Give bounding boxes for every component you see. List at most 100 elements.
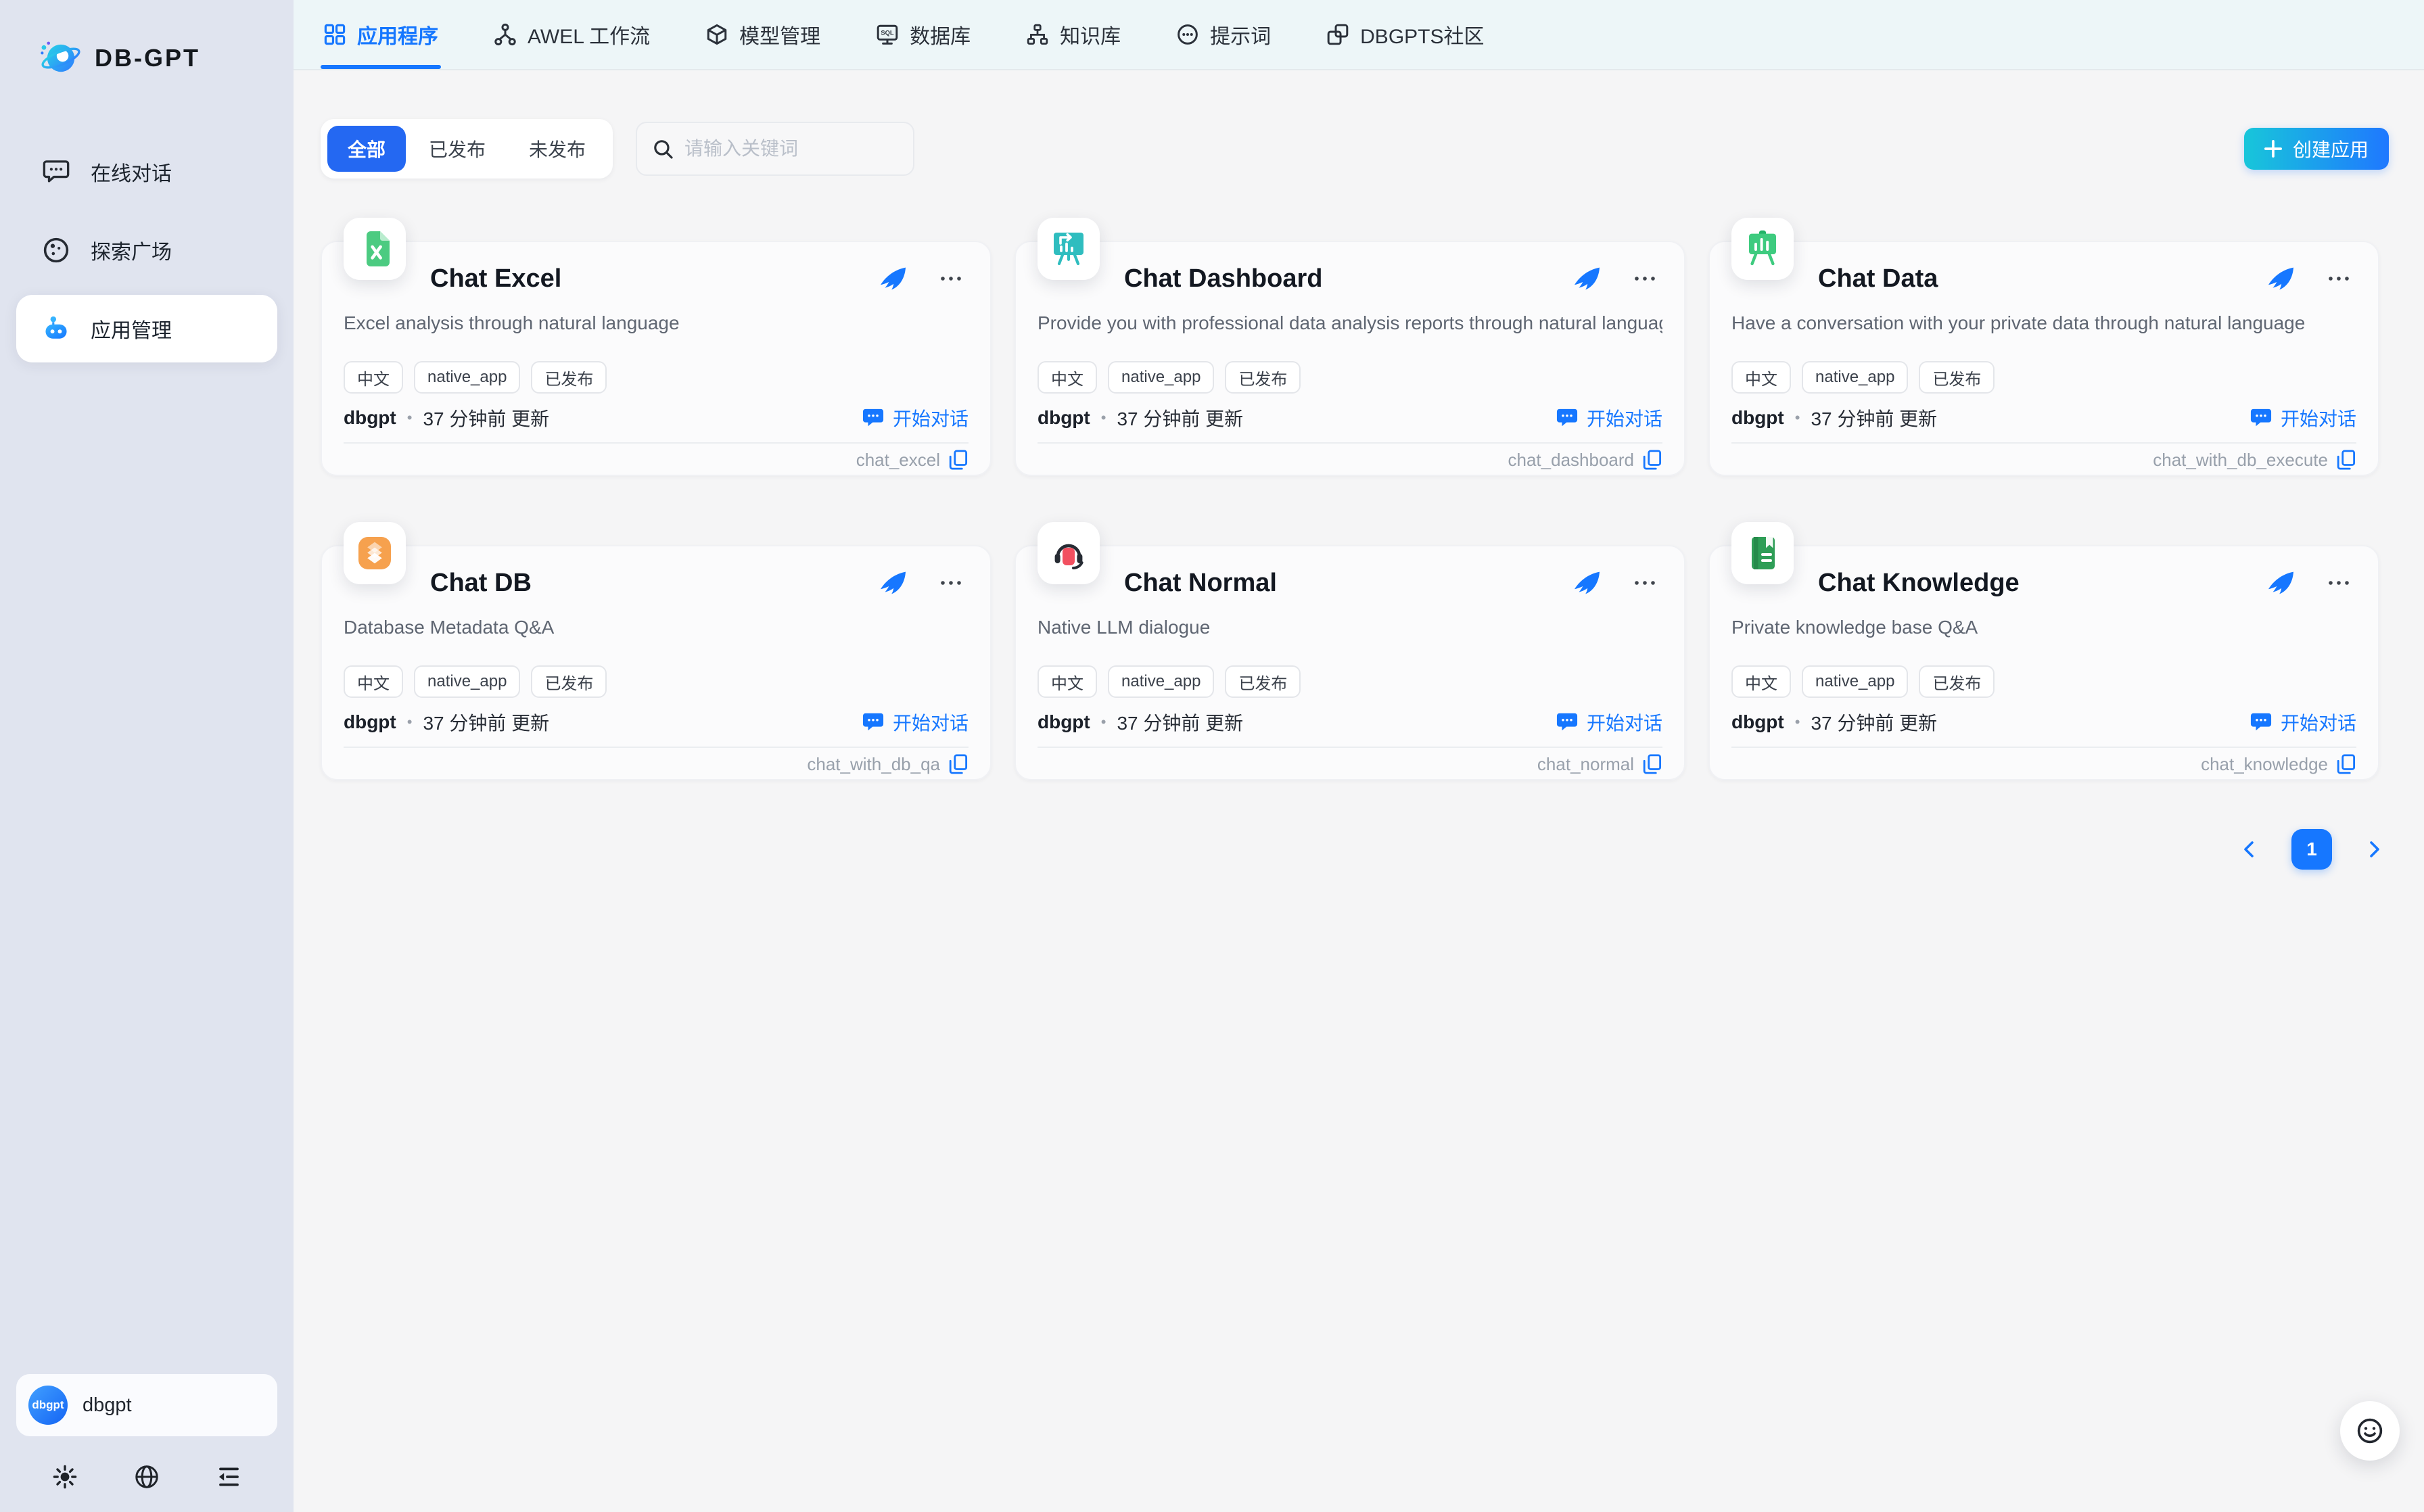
feedback-fab-button[interactable] (2340, 1401, 2400, 1461)
sidebar-item-online-chat[interactable]: 在线对话 (16, 138, 277, 206)
start-chat-link[interactable]: 开始对话 (2250, 404, 2356, 431)
card-meta: dbgpt • 37 分钟前 更新 开始对话 (344, 404, 969, 431)
more-icon[interactable] (939, 579, 963, 587)
app-card-chat_with_db_execute[interactable]: Chat Data Have a conversation with your … (1708, 241, 2379, 476)
tag-chip: 中文 (1731, 361, 1791, 394)
card-actions (2267, 571, 2356, 595)
more-icon[interactable] (939, 275, 963, 283)
user-name: dbgpt (83, 1394, 132, 1417)
tab-label: 提示词 (1210, 20, 1271, 49)
sidebar-item-app-management[interactable]: 应用管理 (16, 295, 277, 362)
tab-knowledge[interactable]: 知识库 (1023, 0, 1123, 69)
card-description: Database Metadata Q&A (344, 617, 969, 641)
card-header: Chat Normal (1038, 565, 1662, 600)
more-icon[interactable] (2327, 275, 2351, 283)
copy-icon[interactable] (1642, 449, 1662, 471)
card-updated: 37 分钟前 更新 (423, 709, 549, 736)
tab-dbgpts-community[interactable]: DBGPTS社区 (1324, 0, 1487, 69)
card-actions (879, 266, 969, 291)
card-owner: dbgpt (344, 407, 396, 429)
sidebar-item-explore[interactable]: 探索广场 (16, 216, 277, 284)
tag-chip: 中文 (1038, 361, 1097, 394)
more-icon[interactable] (2327, 579, 2351, 587)
tab-apps[interactable]: 应用程序 (321, 0, 441, 69)
tag-chip: 已发布 (531, 665, 607, 698)
tag-chip: 中文 (1731, 665, 1791, 698)
app-card-chat_dashboard[interactable]: Chat Dashboard Provide you with professi… (1015, 241, 1685, 476)
start-chat-link[interactable]: 开始对话 (1556, 404, 1662, 431)
chat-start-icon (862, 407, 885, 429)
card-owner: dbgpt (1731, 711, 1784, 733)
meta-separator: • (1101, 713, 1106, 731)
card-meta: dbgpt • 37 分钟前 更新 开始对话 (1731, 709, 2356, 736)
app-card-chat_knowledge[interactable]: Chat Knowledge Private knowledge base Q&… (1708, 545, 2379, 780)
sidebar-item-label: 探索广场 (91, 235, 172, 265)
copy-icon[interactable] (1642, 753, 1662, 775)
search-input[interactable] (684, 138, 929, 160)
wing-icon[interactable] (1573, 571, 1600, 595)
tab-prompt[interactable]: 提示词 (1173, 0, 1274, 69)
tab-model-management[interactable]: 模型管理 (703, 0, 823, 69)
card-actions (1573, 266, 1662, 291)
tag-chip: native_app (414, 665, 520, 698)
wing-icon[interactable] (879, 571, 906, 595)
card-updated: 37 分钟前 更新 (1117, 404, 1243, 431)
app-card-chat_normal[interactable]: Chat Normal Native LLM dialogue 中文native… (1015, 545, 1685, 780)
start-chat-label: 开始对话 (893, 404, 969, 431)
start-chat-label: 开始对话 (1587, 709, 1662, 736)
user-chip[interactable]: dbgpt dbgpt (16, 1374, 277, 1436)
start-chat-label: 开始对话 (893, 709, 969, 736)
more-icon[interactable] (1633, 579, 1657, 587)
copy-icon[interactable] (2336, 753, 2356, 775)
filter-unpublished[interactable]: 未发布 (509, 126, 606, 172)
wing-icon[interactable] (1573, 266, 1600, 291)
logo: DB-GPT (0, 0, 294, 81)
tag-chip: 已发布 (531, 361, 607, 394)
copy-icon[interactable] (948, 753, 969, 775)
create-app-button[interactable]: 创建应用 (2244, 128, 2389, 170)
theme-sun-icon[interactable] (51, 1463, 78, 1490)
app-card-chat_with_db_qa[interactable]: Chat DB Database Metadata Q&A 中文native_a… (321, 545, 992, 780)
card-updated: 37 分钟前 更新 (1811, 404, 1937, 431)
filter-all[interactable]: 全部 (327, 126, 406, 172)
tag-chip: 已发布 (1919, 665, 1995, 698)
start-chat-link[interactable]: 开始对话 (2250, 709, 2356, 736)
chevron-right-icon[interactable] (2364, 840, 2383, 859)
wing-icon[interactable] (2267, 571, 2294, 595)
app-icon-tile (1038, 522, 1100, 584)
tag-chip: native_app (1802, 665, 1908, 698)
start-chat-link[interactable]: 开始对话 (862, 709, 969, 736)
scene-label: chat_with_db_qa (807, 754, 940, 775)
tab-database[interactable]: SQL 数据库 (873, 0, 973, 69)
card-header: Chat DB (344, 565, 969, 600)
database-icon: SQL (876, 23, 899, 46)
meta-separator: • (407, 409, 413, 427)
start-chat-label: 开始对话 (1587, 404, 1662, 431)
app-root: DB-GPT 在线对话 探索广场 应用管理 dbgpt dbgpt (0, 0, 2424, 1512)
chevron-left-icon[interactable] (2240, 840, 2259, 859)
filter-published[interactable]: 已发布 (409, 126, 506, 172)
copy-icon[interactable] (948, 449, 969, 471)
app-card-chat_excel[interactable]: Chat Excel Excel analysis through natura… (321, 241, 992, 476)
card-actions (2267, 266, 2356, 291)
card-owner: dbgpt (1038, 711, 1090, 733)
tag-chip: 已发布 (1225, 665, 1301, 698)
data-easel-icon (1742, 229, 1783, 269)
wing-icon[interactable] (2267, 266, 2294, 291)
collapse-sidebar-icon[interactable] (215, 1463, 242, 1490)
workflow-icon (494, 23, 517, 46)
start-chat-link[interactable]: 开始对话 (862, 404, 969, 431)
svg-text:SQL: SQL (881, 30, 895, 37)
start-chat-link[interactable]: 开始对话 (1556, 709, 1662, 736)
tag-chip: 已发布 (1919, 361, 1995, 394)
copy-icon[interactable] (2336, 449, 2356, 471)
explore-icon (42, 236, 70, 264)
more-icon[interactable] (1633, 275, 1657, 283)
language-globe-icon[interactable] (133, 1463, 160, 1490)
tab-awel-workflow[interactable]: AWEL 工作流 (491, 0, 653, 69)
page-number[interactable]: 1 (2291, 829, 2332, 870)
wing-icon[interactable] (879, 266, 906, 291)
sidebar-item-label: 应用管理 (91, 314, 172, 344)
card-footer: chat_with_db_qa (344, 753, 969, 775)
tab-label: AWEL 工作流 (528, 20, 650, 49)
